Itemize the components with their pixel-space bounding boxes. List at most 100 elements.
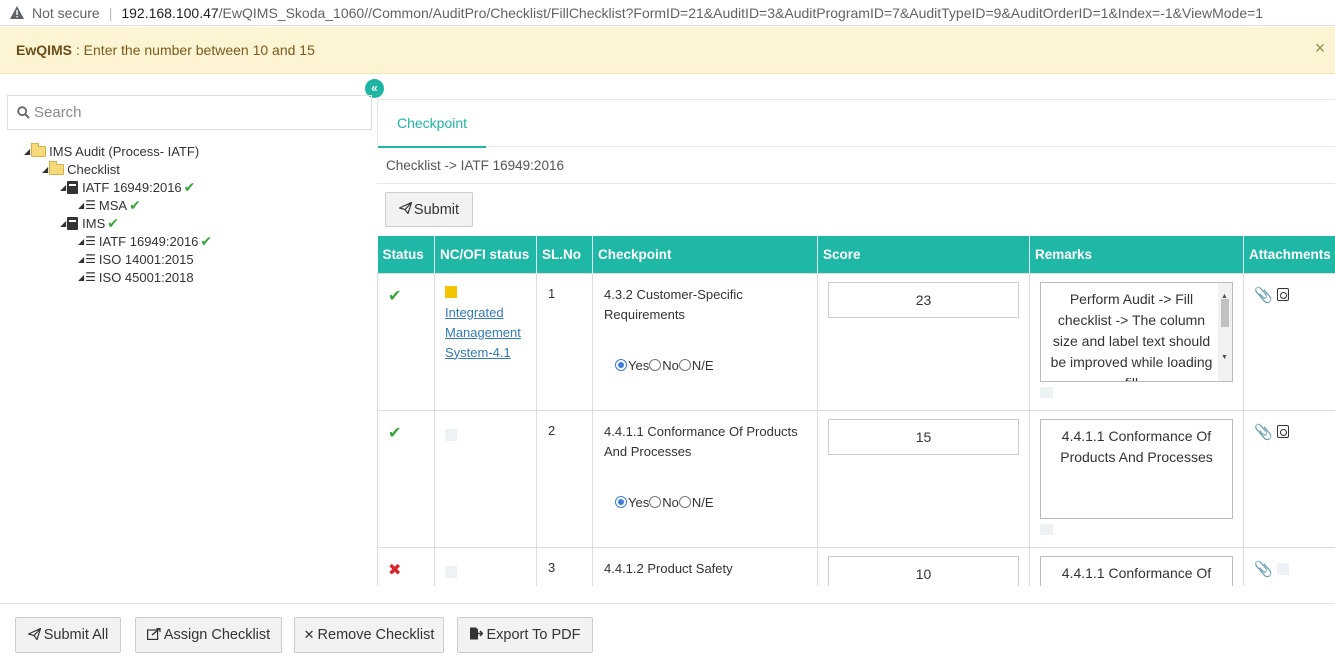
remarks-textarea[interactable]: 4.4.1.1 Conformance Of	[1040, 555, 1233, 586]
table-header-row: Status NC/OFI status SL.No Checkpoint Sc…	[377, 236, 1335, 273]
submit-all-label: Submit All	[43, 627, 109, 643]
tree-label: Checklist	[67, 161, 120, 177]
tree-label: ISO 45001:2018	[98, 269, 194, 285]
expand-arrow-icon[interactable]: ◢	[24, 147, 30, 156]
checklist-book-icon	[67, 180, 79, 194]
expand-arrow-icon[interactable]: ◢	[42, 165, 48, 174]
search-box	[7, 95, 372, 130]
remove-checklist-button[interactable]: ✕ Remove Checklist	[294, 617, 444, 653]
radio-yes[interactable]	[615, 359, 627, 371]
tree-label: IMS Audit (Process- IATF)	[49, 143, 200, 159]
nc-flag-icon	[445, 285, 457, 298]
radio-label: Yes	[628, 494, 650, 510]
scroll-down-icon[interactable]: ▼	[1221, 347, 1228, 368]
score-input[interactable]: 15	[828, 418, 1019, 455]
tree-node-msa[interactable]: ◢ ☰ MSA ✔	[78, 196, 141, 214]
table-row: ✔ 2 4.4.1.1 Conformance Of Products And …	[377, 409, 1335, 548]
remarks-flag	[1040, 386, 1053, 398]
column-header-sl-no[interactable]: SL.No	[536, 236, 593, 273]
radio-ne[interactable]	[678, 496, 691, 508]
column-header-attachments[interactable]: Attachments	[1243, 236, 1335, 273]
column-header-nc-ofi-status[interactable]: NC/OFI status	[434, 236, 537, 273]
notification-bar: EwQIMS : Enter the number between 10 and…	[0, 27, 1335, 74]
score-input[interactable]: 10	[828, 555, 1019, 586]
score-input[interactable]: 23	[828, 281, 1019, 318]
checkpoint-text: 4.4.1.1 Conformance Of Products And Proc…	[604, 423, 798, 459]
remarks-textarea[interactable]: Perform Audit -> Fill checklist -> The c…	[1040, 281, 1233, 382]
export-icon	[469, 627, 485, 643]
expand-arrow-icon[interactable]: ◢	[78, 255, 84, 264]
nc-link[interactable]: Integrated Management System-4.1	[445, 303, 536, 363]
checkpoint-text: 4.4.1.2 Product Safety	[604, 560, 733, 576]
nc-flag-icon	[445, 565, 457, 578]
check-icon: ✔	[129, 196, 141, 213]
tree-node-ims[interactable]: ◢ IMS ✔	[60, 214, 119, 232]
remarks-textarea[interactable]: 4.4.1.1 Conformance Of Products And Proc…	[1040, 418, 1233, 519]
submit-button[interactable]: Submit	[385, 192, 473, 227]
tree-node-ims-iatf[interactable]: ◢ ☰ IATF 16949:2016 ✔	[78, 232, 212, 250]
answer-radio-group: Yes No N/E	[615, 495, 714, 510]
expand-arrow-icon[interactable]: ◢	[78, 201, 84, 210]
tab-checkpoint[interactable]: Checkpoint	[378, 100, 486, 148]
camera-icon[interactable]	[1276, 287, 1289, 301]
url-host: 192.168.100.47	[121, 4, 219, 21]
checklist-book-icon	[67, 216, 79, 230]
paperclip-icon[interactable]: 📎	[1254, 423, 1273, 441]
attachment-placeholder	[1276, 562, 1289, 575]
radio-label: No	[662, 357, 679, 373]
export-pdf-label: Export To PDF	[486, 627, 581, 643]
browser-address-bar[interactable]: Not secure | 192.168.100.47/EwQIMS_Skoda…	[0, 0, 1335, 26]
check-icon: ✔	[200, 232, 213, 249]
tree-node-iso14001[interactable]: ◢ ☰ ISO 14001:2015	[78, 250, 194, 268]
notification-app-name: EwQIMS	[16, 42, 73, 58]
footer-action-bar: Submit All Assign Checklist ✕ Remove Che…	[0, 603, 1335, 672]
tab-bar: Checkpoint	[377, 99, 1335, 148]
assign-checklist-label: Assign Checklist	[163, 627, 271, 643]
checkpoint-text: 4.3.2 Customer-Specific Requirements	[604, 286, 743, 322]
nc-flag-icon	[445, 428, 457, 441]
radio-yes[interactable]	[615, 496, 627, 508]
radio-no[interactable]	[649, 496, 662, 508]
paperclip-icon[interactable]: 📎	[1254, 286, 1273, 304]
column-header-checkpoint[interactable]: Checkpoint	[592, 236, 818, 273]
radio-label: Yes	[628, 357, 650, 373]
expand-arrow-icon[interactable]: ◢	[78, 273, 84, 282]
security-label: Not secure	[32, 4, 100, 21]
camera-icon[interactable]	[1276, 424, 1289, 438]
expand-arrow-icon[interactable]: ◢	[60, 219, 66, 228]
column-header-remarks[interactable]: Remarks	[1029, 236, 1244, 273]
url-path: /EwQIMS_Skoda_1060//Common/AuditPro/Chec…	[218, 4, 1264, 21]
check-icon: ✔	[107, 214, 120, 231]
submit-all-button[interactable]: Submit All	[15, 617, 121, 653]
column-header-score[interactable]: Score	[817, 236, 1030, 273]
warning-icon	[10, 6, 24, 20]
remarks-text: 4.4.1.1 Conformance Of	[1061, 564, 1212, 581]
submit-button-label: Submit	[413, 201, 460, 218]
status-check-icon: ✔	[388, 287, 402, 305]
list-icon: ☰	[85, 234, 96, 248]
tree-node-iatf[interactable]: ◢ IATF 16949:2016 ✔	[60, 178, 195, 196]
tree-node-checklist[interactable]: ◢ Checklist	[42, 160, 120, 178]
radio-no[interactable]	[649, 359, 662, 371]
folder-icon	[31, 142, 47, 157]
column-header-status[interactable]: Status	[377, 236, 435, 273]
tree-node-iso45001[interactable]: ◢ ☰ ISO 45001:2018	[78, 268, 194, 286]
paperclip-icon[interactable]: 📎	[1254, 560, 1273, 578]
scroll-thumb[interactable]	[1221, 298, 1229, 327]
radio-ne[interactable]	[678, 359, 691, 371]
list-icon: ☰	[85, 198, 96, 212]
radio-label: N/E	[691, 494, 714, 510]
checkpoint-table: Status NC/OFI status SL.No Checkpoint Sc…	[377, 236, 1335, 586]
remarks-flag	[1040, 523, 1053, 535]
tree-node-root[interactable]: ◢ IMS Audit (Process- IATF)	[24, 142, 199, 160]
search-input[interactable]	[34, 104, 354, 121]
radio-label: No	[662, 494, 679, 510]
scrollbar[interactable]: ▲ ▼	[1218, 282, 1232, 381]
expand-arrow-icon[interactable]: ◢	[78, 237, 84, 246]
export-pdf-button[interactable]: Export To PDF	[457, 617, 593, 653]
expand-arrow-icon[interactable]: ◢	[60, 183, 66, 192]
close-icon[interactable]: ×	[1311, 39, 1329, 57]
edit-share-icon	[146, 627, 161, 643]
divider	[377, 183, 1335, 184]
assign-checklist-button[interactable]: Assign Checklist	[135, 617, 282, 653]
